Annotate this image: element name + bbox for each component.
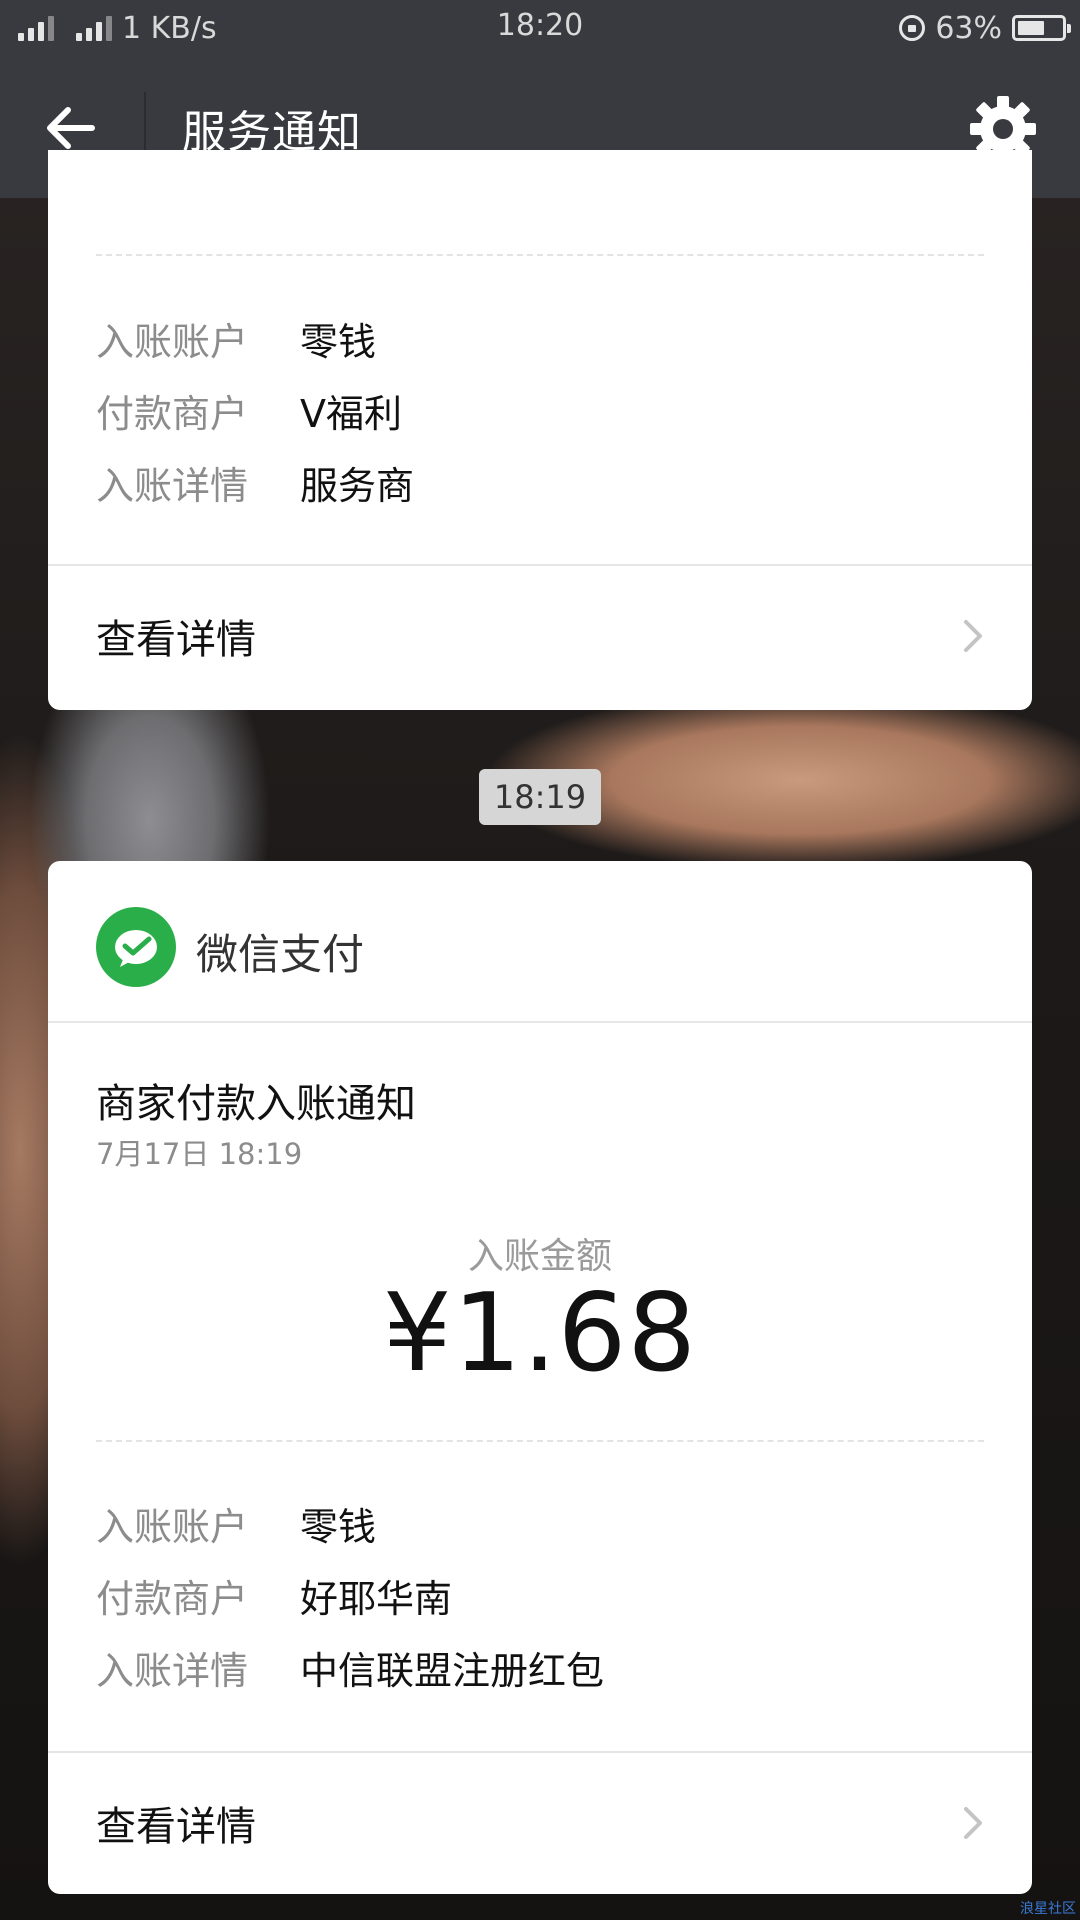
field-value: 零钱 (300, 1504, 377, 1549)
field-row: 入账详情 中信联盟注册红包 (96, 1642, 605, 1693)
field-row: 付款商户 好耶华南 (96, 1570, 453, 1621)
status-bar: 1 KB/s 18:20 63% (0, 0, 1080, 56)
field-row: 入账账户 零钱 (96, 313, 377, 364)
amount-value: ¥1.68 (382, 1271, 698, 1396)
time-divider: 18:19 (479, 769, 601, 825)
field-value: 好耶华南 (300, 1576, 453, 1621)
card-separator (48, 1021, 1032, 1023)
back-button[interactable] (40, 98, 100, 158)
battery-percent: 63% (935, 10, 1002, 46)
battery-icon (1012, 15, 1071, 41)
field-label: 入账账户 (96, 319, 249, 364)
battery-fill (1018, 21, 1044, 35)
wechat-pay-icon (96, 907, 176, 987)
field-label: 入账详情 (96, 1648, 249, 1693)
field-row: 付款商户 V福利 (96, 385, 402, 436)
notification-card-current: 微信支付 商家付款入账通知 7月17日 18:19 入账金额 ¥1.68 入账账… (48, 861, 1032, 1894)
watermark: 浪星社区 (1020, 1901, 1076, 1917)
chevron-right-icon (964, 1807, 982, 1839)
chevron-right-icon (964, 620, 982, 652)
field-value: 中信联盟注册红包 (300, 1648, 605, 1693)
field-label: 付款商户 (96, 1576, 249, 1621)
view-details-button[interactable]: 查看详情 (48, 1753, 1032, 1893)
notification-card-previous: 入账账户 零钱 付款商户 V福利 入账详情 服务商 查看详情 (48, 150, 1032, 710)
field-value: 零钱 (300, 319, 377, 364)
arrow-left-icon (47, 107, 95, 149)
notification-date: 7月17日 18:19 (96, 1137, 303, 1171)
dashed-divider (96, 254, 984, 256)
view-details-button[interactable]: 查看详情 (48, 566, 1032, 706)
notification-title: 商家付款入账通知 (96, 1081, 416, 1127)
field-row: 入账详情 服务商 (96, 457, 415, 508)
view-details-label: 查看详情 (96, 1804, 256, 1850)
view-details-label: 查看详情 (96, 617, 256, 663)
card-header[interactable]: 微信支付 (48, 861, 1032, 1021)
rotation-lock-icon (899, 15, 926, 41)
field-label: 付款商户 (96, 391, 249, 436)
field-row: 入账账户 零钱 (96, 1498, 377, 1549)
field-value: V福利 (300, 391, 402, 436)
dashed-divider (96, 1440, 984, 1442)
field-label: 入账账户 (96, 1504, 249, 1549)
field-value: 服务商 (300, 463, 415, 508)
field-label: 入账详情 (96, 463, 249, 508)
brand-name: 微信支付 (196, 930, 365, 979)
